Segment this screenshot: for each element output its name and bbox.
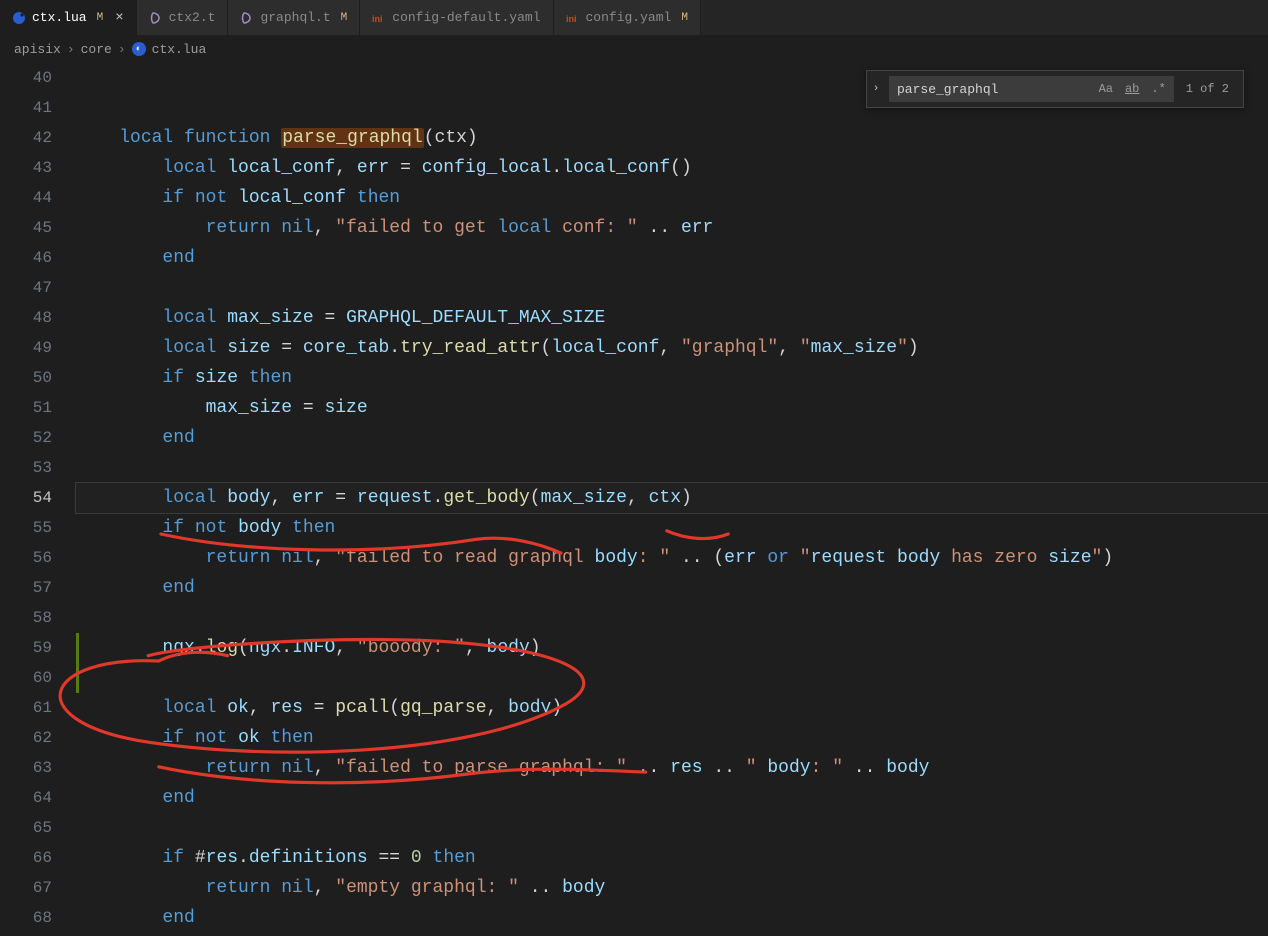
code-line[interactable]: if not local_conf then (76, 183, 1268, 213)
yaml-file-icon: ini (372, 11, 386, 25)
code-content[interactable]: local function parse_graphql(ctx) local … (70, 63, 1268, 936)
tab-modified-badge: M (93, 12, 104, 24)
code-line[interactable]: end (76, 423, 1268, 453)
code-line[interactable]: local body, err = request.get_body(max_s… (76, 483, 1268, 513)
code-line[interactable] (76, 603, 1268, 633)
tab-label: config.yaml (586, 10, 672, 25)
lua-file-icon (12, 11, 26, 25)
code-line[interactable]: if not body then (76, 513, 1268, 543)
code-line[interactable]: end (76, 903, 1268, 933)
code-line[interactable]: if #res.definitions == 0 then (76, 843, 1268, 873)
find-case-sensitive-toggle[interactable]: Aa (1095, 80, 1117, 98)
code-line[interactable]: if not ok then (76, 723, 1268, 753)
svg-text:ini: ini (372, 14, 383, 24)
yaml-file-icon: ini (566, 11, 580, 25)
tab-label: ctx.lua (32, 10, 87, 25)
find-input[interactable] (897, 82, 1091, 97)
perl-file-icon (240, 11, 254, 25)
code-line[interactable] (76, 663, 1268, 693)
breadcrumb-segment[interactable]: ctx.lua (152, 42, 207, 57)
code-line[interactable]: end (76, 243, 1268, 273)
breadcrumb-segment[interactable]: apisix (14, 42, 61, 57)
tab-bar: ctx.lua M × ctx2.t graphql.t M ini confi… (0, 0, 1268, 35)
find-whole-word-toggle[interactable]: ab (1121, 80, 1143, 98)
code-line[interactable]: end (76, 783, 1268, 813)
tab-close-icon[interactable]: × (109, 11, 123, 25)
breadcrumb-segment[interactable]: core (81, 42, 112, 57)
line-number-gutter: 4041424344454647484950515253545556575859… (0, 63, 70, 936)
find-widget: › Aa ab .* 1 of 2 (866, 70, 1244, 108)
code-line[interactable]: local ok, res = pcall(gq_parse, body) (76, 693, 1268, 723)
find-regex-toggle[interactable]: .* (1147, 80, 1169, 98)
tab-ctx-lua[interactable]: ctx.lua M × (0, 0, 137, 35)
code-line[interactable]: max_size = size (76, 393, 1268, 423)
editor[interactable]: 4041424344454647484950515253545556575859… (0, 63, 1268, 936)
breadcrumb: apisix › core › ◐ ctx.lua (0, 35, 1268, 63)
find-input-wrap: Aa ab .* (889, 76, 1174, 102)
svg-text:ini: ini (566, 14, 577, 24)
tab-label: config-default.yaml (392, 10, 540, 25)
tab-graphql-t[interactable]: graphql.t M (228, 0, 360, 35)
code-line[interactable] (76, 273, 1268, 303)
tab-label: ctx2.t (169, 10, 216, 25)
code-line[interactable]: return nil, "failed to get local conf: "… (76, 213, 1268, 243)
code-line[interactable]: return nil, "failed to read graphql body… (76, 543, 1268, 573)
tab-modified-badge: M (677, 12, 688, 24)
code-line[interactable]: ngx.log(ngx.INFO, "booody: ", body) (76, 633, 1268, 663)
code-line[interactable]: return nil, "failed to parse graphql: " … (76, 753, 1268, 783)
tab-config-yaml[interactable]: ini config.yaml M (554, 0, 701, 35)
tab-ctx2-t[interactable]: ctx2.t (137, 0, 229, 35)
code-line[interactable] (76, 813, 1268, 843)
tab-modified-badge: M (337, 12, 348, 24)
chevron-right-icon: › (67, 42, 75, 57)
find-expand-toggle[interactable]: › (867, 71, 885, 107)
code-line[interactable]: local size = core_tab.try_read_attr(loca… (76, 333, 1268, 363)
code-line[interactable] (76, 453, 1268, 483)
find-result-counter: 1 of 2 (1178, 82, 1237, 96)
tab-label: graphql.t (260, 10, 330, 25)
code-line[interactable]: local max_size = GRAPHQL_DEFAULT_MAX_SIZ… (76, 303, 1268, 333)
code-line[interactable]: end (76, 573, 1268, 603)
code-line[interactable]: return nil, "empty graphql: " .. body (76, 873, 1268, 903)
chevron-right-icon: › (118, 42, 126, 57)
code-line[interactable]: local local_conf, err = config_local.loc… (76, 153, 1268, 183)
lua-file-icon: ◐ (132, 42, 146, 56)
code-line[interactable]: if size then (76, 363, 1268, 393)
code-line[interactable]: local function parse_graphql(ctx) (76, 123, 1268, 153)
perl-file-icon (149, 11, 163, 25)
tab-config-default-yaml[interactable]: ini config-default.yaml (360, 0, 553, 35)
